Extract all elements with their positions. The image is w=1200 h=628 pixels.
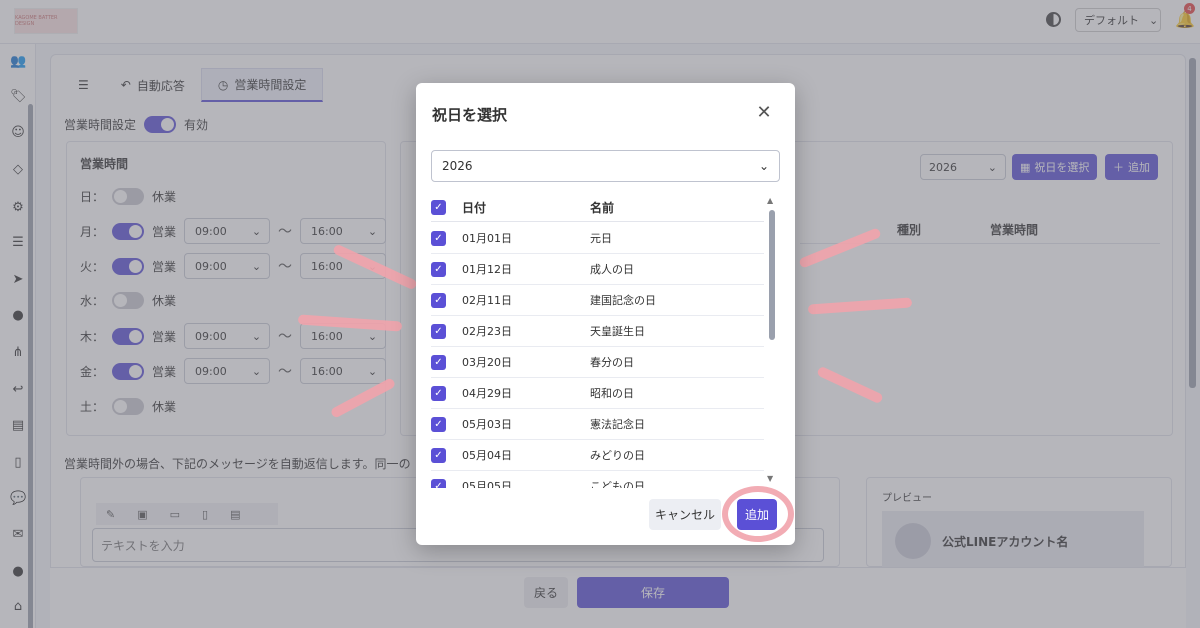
row-checkbox[interactable]: ✓ — [431, 416, 446, 432]
row-checkbox[interactable]: ✓ — [431, 385, 446, 401]
holiday-date: 05月03日 — [462, 418, 512, 431]
list-item[interactable]: ✓ 04月29日 昭和の日 — [431, 378, 764, 409]
holiday-date: 01月12日 — [462, 263, 512, 276]
cancel-button[interactable]: キャンセル — [649, 499, 721, 530]
holiday-name: 春分の日 — [590, 356, 634, 369]
row-checkbox[interactable]: ✓ — [431, 354, 446, 370]
scroll-down-icon[interactable]: ▼ — [767, 474, 773, 483]
row-checkbox[interactable]: ✓ — [431, 323, 446, 339]
holiday-date: 03月20日 — [462, 356, 512, 369]
close-icon[interactable]: ✕ — [755, 102, 773, 123]
holiday-date: 02月11日 — [462, 294, 512, 307]
row-checkbox[interactable]: ✓ — [431, 261, 446, 277]
holiday-list: ✓ 日付 名前 ✓ 01月01日 元日 ✓ 01月12日 成人の日 ✓ 02月1… — [431, 194, 764, 488]
holiday-date: 05月04日 — [462, 449, 512, 462]
row-checkbox[interactable]: ✓ — [431, 478, 446, 488]
list-item[interactable]: ✓ 01月12日 成人の日 — [431, 254, 764, 285]
list-item[interactable]: ✓ 02月23日 天皇誕生日 — [431, 316, 764, 347]
holiday-name: 建国記念の日 — [590, 294, 656, 307]
column-header-name: 名前 — [590, 201, 615, 215]
holiday-date: 02月23日 — [462, 325, 512, 338]
list-header: ✓ 日付 名前 — [431, 194, 764, 222]
holiday-name: 成人の日 — [590, 263, 634, 276]
select-all-checkbox[interactable]: ✓ — [431, 200, 446, 215]
holiday-date: 05月05日 — [462, 480, 512, 488]
row-checkbox[interactable]: ✓ — [431, 292, 446, 308]
list-scrollbar[interactable] — [769, 210, 775, 340]
column-header-date: 日付 — [462, 201, 487, 215]
list-item[interactable]: ✓ 01月01日 元日 — [431, 223, 764, 254]
modal-title: 祝日を選択 — [432, 106, 508, 124]
holiday-name: 昭和の日 — [590, 387, 634, 400]
list-item[interactable]: ✓ 02月11日 建国記念の日 — [431, 285, 764, 316]
holiday-name: 憲法記念日 — [590, 418, 645, 431]
chevron-down-icon: ⌄ — [758, 159, 769, 173]
row-checkbox[interactable]: ✓ — [431, 447, 446, 463]
list-item[interactable]: ✓ 05月05日 こどもの日 — [431, 471, 764, 488]
modal-year-value: 2026 — [442, 159, 473, 173]
list-item[interactable]: ✓ 05月03日 憲法記念日 — [431, 409, 764, 440]
holiday-name: 元日 — [590, 232, 612, 245]
holiday-name: こどもの日 — [590, 480, 645, 488]
list-item[interactable]: ✓ 03月20日 春分の日 — [431, 347, 764, 378]
highlight-circle — [722, 486, 794, 542]
holiday-name: 天皇誕生日 — [590, 325, 645, 338]
scroll-up-icon[interactable]: ▲ — [767, 196, 773, 205]
list-item[interactable]: ✓ 05月04日 みどりの日 — [431, 440, 764, 471]
row-checkbox[interactable]: ✓ — [431, 230, 446, 246]
modal-year-select[interactable]: 2026 ⌄ — [431, 150, 780, 182]
holiday-date: 01月01日 — [462, 232, 512, 245]
holiday-name: みどりの日 — [590, 449, 645, 462]
holiday-date: 04月29日 — [462, 387, 512, 400]
